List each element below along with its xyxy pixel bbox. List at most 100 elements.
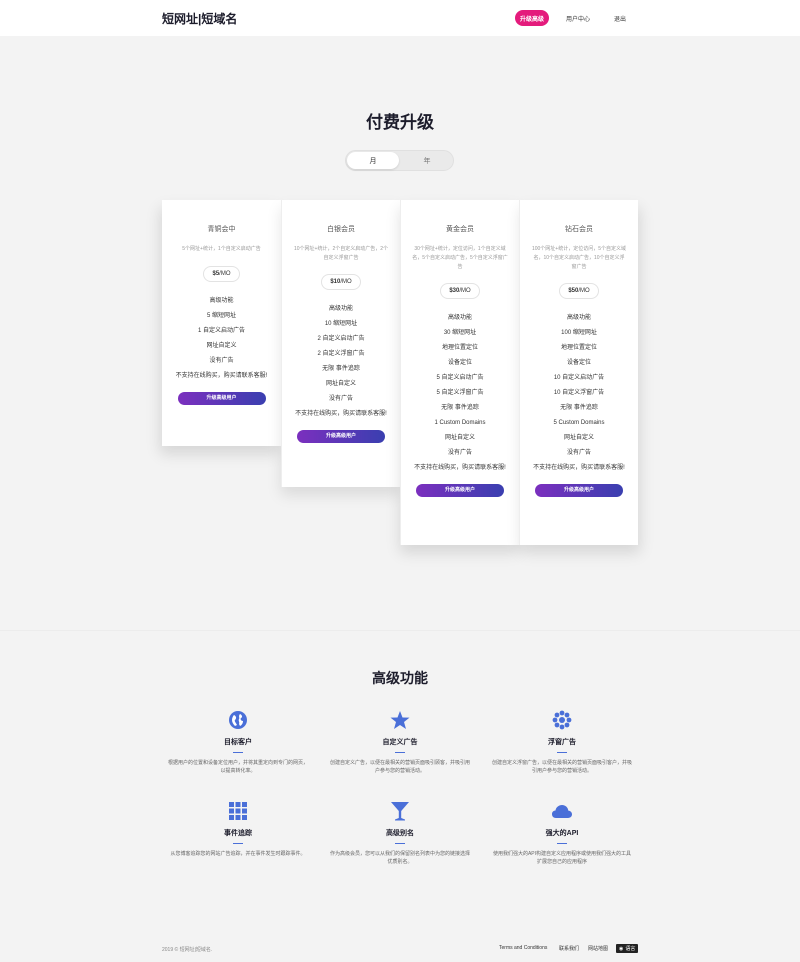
footer-copyright: 2019 © 短网址|短域名. bbox=[162, 947, 213, 953]
plan-feature: 5 自定义启动广告 bbox=[436, 375, 484, 381]
feature-underline bbox=[233, 843, 243, 844]
plan-feature: 设备定位 bbox=[566, 360, 591, 366]
plan-feature: 10 自定义启动广告 bbox=[553, 375, 605, 381]
plan-price-badge: $30/MO bbox=[440, 283, 480, 299]
plan-description: 5个网址+统计，1个自定义启动广告 bbox=[182, 246, 261, 252]
footer-sitemap-link[interactable]: 网站地图 bbox=[588, 945, 608, 952]
feature-premium-alias: 高级别名 作为高级会员，您可以从我们的保留别名列表中为您的链接选择优质别名。 bbox=[330, 800, 470, 866]
plan-description: 10个网址+统计，2个自定义启动广告，2个自定义浮窗广告 bbox=[293, 246, 389, 261]
plan-feature: 5 缩短网址 bbox=[206, 313, 236, 319]
plan-feature: 不支持在线购买，购买请联系客服! bbox=[533, 465, 625, 471]
plan-feature: 高级功能 bbox=[328, 306, 353, 312]
feature-popup-ads: 浮窗广告 创建自定义浮窗广告，以便在最相关的营销页面吸引客户，并吸引用户参与您的… bbox=[492, 709, 632, 775]
feature-api: 强大的API 使用我们强大的API构建自定义应用程序或使用我们强大的工具扩展您自… bbox=[492, 800, 632, 866]
plan-feature: 2 自定义启动广告 bbox=[317, 336, 365, 342]
feature-name: 自定义广告 bbox=[382, 739, 418, 746]
language-selector[interactable]: ◉ 语言 bbox=[616, 944, 639, 953]
feature-description: 根据用户的位置和设备定位用户，并将其重定向到专门的网页，以提高转化率。 bbox=[168, 760, 309, 774]
feature-description: 使用我们强大的API构建自定义应用程序或使用我们强大的工具扩展您自己的应用程序 bbox=[492, 851, 632, 865]
plan-feature: 无限 事件追踪 bbox=[322, 366, 360, 372]
plan-feature: 5 自定义浮窗广告 bbox=[436, 390, 484, 396]
plan-feature-list: 高级功能 10 缩短网址 2 自定义启动广告 2 自定义浮窗广告 无限 事件追踪… bbox=[282, 302, 400, 422]
feature-custom-ads: 自定义广告 创建自定义广告，以便在最相关的营销页面吸引顾客，并吸引用户参与您的营… bbox=[330, 709, 470, 775]
section-divider bbox=[0, 630, 800, 631]
plan-name: 青铜会中 bbox=[207, 225, 236, 233]
plan-feature: 1 自定义启动广告 bbox=[197, 328, 245, 334]
plan-price-amount: $10 bbox=[330, 279, 341, 285]
plan-card-bronze: 青铜会中 5个网址+统计，1个自定义启动广告 $5/MO 高级功能 5 缩短网址… bbox=[162, 200, 281, 446]
plan-feature-list: 高级功能 30 缩短网址 地理位置定位 设备定位 5 自定义启动广告 5 自定义… bbox=[401, 311, 519, 476]
feature-name: 高级别名 bbox=[386, 830, 414, 837]
star-icon bbox=[330, 709, 470, 731]
plan-price-period: /MO bbox=[578, 288, 590, 294]
plan-feature: 网址自定义 bbox=[563, 435, 594, 441]
feature-description: 从您博客追踪您的网站广告追踪，并在事件发生时跟踪事件。 bbox=[170, 851, 306, 857]
plan-feature: 高级功能 bbox=[447, 315, 472, 321]
toggle-month-option[interactable]: 月 bbox=[347, 152, 399, 169]
plan-card-silver: 白银会员 10个网址+统计，2个自定义启动广告，2个自定义浮窗广告 $10/MO… bbox=[281, 200, 400, 487]
nav-upgrade-button[interactable]: 升级高级 bbox=[515, 10, 549, 26]
plan-name: 黄金会员 bbox=[446, 225, 474, 233]
plan-card-diamond: 钻石会员 100个网址+统计，定位访问，5个自定义域名，10个自定义启动广告，1… bbox=[519, 200, 638, 545]
features-title: 高级功能 bbox=[372, 670, 428, 686]
globe-icon bbox=[168, 709, 308, 731]
plan-feature: 不支持在线购买，购买请联系客服! bbox=[295, 411, 387, 417]
cocktail-icon bbox=[330, 800, 470, 822]
asterisk-icon bbox=[492, 709, 632, 731]
feature-event-tracking: 事件追踪 从您博客追踪您的网站广告追踪，并在事件发生时跟踪事件。 bbox=[168, 800, 308, 858]
plan-description: 100个网址+统计，定位访问，5个自定义域名，10个自定义启动广告，10个自定义… bbox=[531, 246, 627, 270]
plan-feature: 高级功能 bbox=[566, 315, 591, 321]
nav-logout-link[interactable]: 退出 bbox=[608, 10, 632, 26]
feature-underline bbox=[557, 752, 567, 753]
upgrade-button[interactable]: 升级高级用户 bbox=[297, 430, 385, 443]
plan-feature: 网址自定义 bbox=[444, 435, 475, 441]
plan-feature: 设备定位 bbox=[447, 360, 472, 366]
plan-feature: 高级功能 bbox=[209, 298, 234, 304]
grid-icon bbox=[168, 800, 308, 822]
plan-price-period: /MO bbox=[459, 288, 471, 294]
plan-feature-list: 高级功能 5 缩短网址 1 自定义启动广告 网址自定义 没有广告 不支持在线购买… bbox=[162, 294, 281, 384]
nav-user-center-link[interactable]: 用户中心 bbox=[560, 10, 596, 26]
plan-price-badge: $10/MO bbox=[321, 274, 361, 290]
feature-underline bbox=[395, 843, 405, 844]
site-logo[interactable]: 短网址|短域名 bbox=[162, 10, 237, 27]
plan-feature: 不支持在线购买，购买请联系客服! bbox=[414, 465, 506, 471]
plan-feature: 地理位置定位 bbox=[560, 345, 597, 351]
upgrade-button[interactable]: 升级高级用户 bbox=[177, 392, 266, 405]
plan-feature: 没有广告 bbox=[209, 358, 234, 364]
feature-underline bbox=[557, 843, 567, 844]
feature-name: 强大的API bbox=[545, 830, 579, 837]
plan-price-period: /MO bbox=[340, 279, 352, 285]
language-label: 语言 bbox=[625, 946, 636, 952]
top-header: 短网址|短域名 升级高级 用户中心 退出 bbox=[0, 0, 800, 36]
feature-description: 作为高级会员，您可以从我们的保留别名列表中为您的链接选择优质别名。 bbox=[330, 851, 471, 865]
upgrade-button[interactable]: 升级高级用户 bbox=[535, 484, 623, 497]
plan-feature: 30 缩短网址 bbox=[443, 330, 477, 336]
upgrade-button[interactable]: 升级高级用户 bbox=[416, 484, 504, 497]
plan-feature: 没有广告 bbox=[447, 450, 472, 456]
plan-price-amount: $50 bbox=[568, 288, 579, 294]
plan-feature: 10 缩短网址 bbox=[324, 321, 358, 327]
feature-underline bbox=[233, 752, 243, 753]
plan-feature: 10 自定义浮窗广告 bbox=[553, 390, 605, 396]
plan-price-badge: $50/MO bbox=[559, 283, 599, 299]
plan-name: 白银会员 bbox=[327, 225, 355, 233]
plan-price-period: /MO bbox=[219, 271, 231, 277]
footer-contact-link[interactable]: 联系我们 bbox=[559, 945, 579, 952]
plan-feature: 100 缩短网址 bbox=[561, 330, 597, 336]
billing-period-toggle[interactable]: 月 年 bbox=[345, 150, 454, 171]
plan-feature: 没有广告 bbox=[328, 396, 353, 402]
plan-price-amount: $30 bbox=[449, 288, 460, 294]
plan-description: 30个网址+统计，定位访问，1个自定义域名，5个自定义启动广告，5个自定义浮窗广… bbox=[412, 246, 508, 270]
plan-feature-list: 高级功能 100 缩短网址 地理位置定位 设备定位 10 自定义启动广告 10 … bbox=[520, 311, 638, 476]
feature-description: 创建自定义广告，以便在最相关的营销页面吸引顾客，并吸引用户参与您的营销活动。 bbox=[330, 760, 471, 774]
plan-feature: 无限 事件追踪 bbox=[441, 405, 479, 411]
feature-targeting: 目标客户 根据用户的位置和设备定位用户，并将其重定向到专门的网页，以提高转化率。 bbox=[168, 709, 308, 775]
toggle-year-option[interactable]: 年 bbox=[401, 152, 453, 169]
plan-feature: 地理位置定位 bbox=[441, 345, 478, 351]
plan-feature: 无限 事件追踪 bbox=[560, 405, 598, 411]
feature-underline bbox=[395, 752, 405, 753]
footer-terms-link[interactable]: Terms and Conditions bbox=[499, 945, 547, 951]
plan-feature: 网址自定义 bbox=[325, 381, 356, 387]
plan-feature: 5 Custom Domains bbox=[553, 420, 605, 426]
